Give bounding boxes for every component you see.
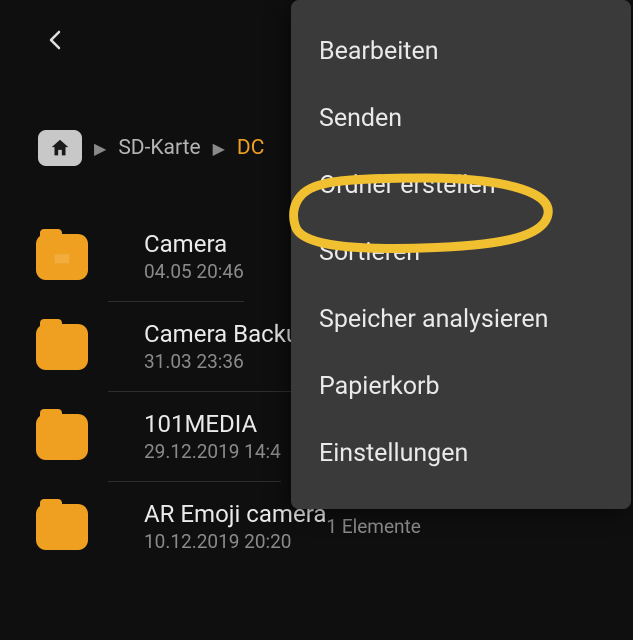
menu-item-send[interactable]: Senden bbox=[291, 85, 631, 152]
folder-date: 29.12.2019 14:4 bbox=[144, 440, 281, 463]
folder-icon bbox=[36, 324, 88, 370]
folder-icon bbox=[36, 414, 88, 460]
folder-date: 31.03 23:36 bbox=[144, 350, 299, 373]
overflow-menu: Bearbeiten Senden Ordner erstellen Sorti… bbox=[291, 0, 631, 509]
menu-item-analyze-storage[interactable]: Speicher analysieren bbox=[291, 286, 631, 353]
breadcrumb-current[interactable]: DC bbox=[237, 136, 264, 160]
folder-icon bbox=[36, 504, 88, 550]
folder-name: Camera Backu bbox=[144, 320, 299, 348]
back-button[interactable] bbox=[44, 28, 68, 52]
chevron-right-icon: ▶ bbox=[213, 139, 225, 158]
folder-name: 101MEDIA bbox=[144, 410, 281, 438]
chevron-left-icon bbox=[44, 28, 68, 52]
folder-date: 10.12.2019 20:20 bbox=[144, 530, 326, 553]
menu-item-sort[interactable]: Sortieren bbox=[291, 219, 631, 286]
chevron-right-icon: ▶ bbox=[94, 139, 106, 158]
folder-date: 04.05 20:46 bbox=[144, 260, 244, 283]
folder-icon bbox=[36, 234, 88, 280]
breadcrumb: ▶ SD-Karte ▶ DC bbox=[38, 130, 264, 166]
menu-item-trash[interactable]: Papierkorb bbox=[291, 353, 631, 420]
menu-item-edit[interactable]: Bearbeiten bbox=[291, 18, 631, 85]
home-icon bbox=[49, 137, 71, 159]
breadcrumb-item[interactable]: SD-Karte bbox=[118, 136, 200, 160]
folder-name: Camera bbox=[144, 230, 244, 258]
folder-count: 1 Elemente bbox=[326, 515, 420, 538]
menu-item-settings[interactable]: Einstellungen bbox=[291, 420, 631, 487]
breadcrumb-home[interactable] bbox=[38, 130, 82, 166]
menu-item-create-folder[interactable]: Ordner erstellen bbox=[291, 152, 631, 219]
